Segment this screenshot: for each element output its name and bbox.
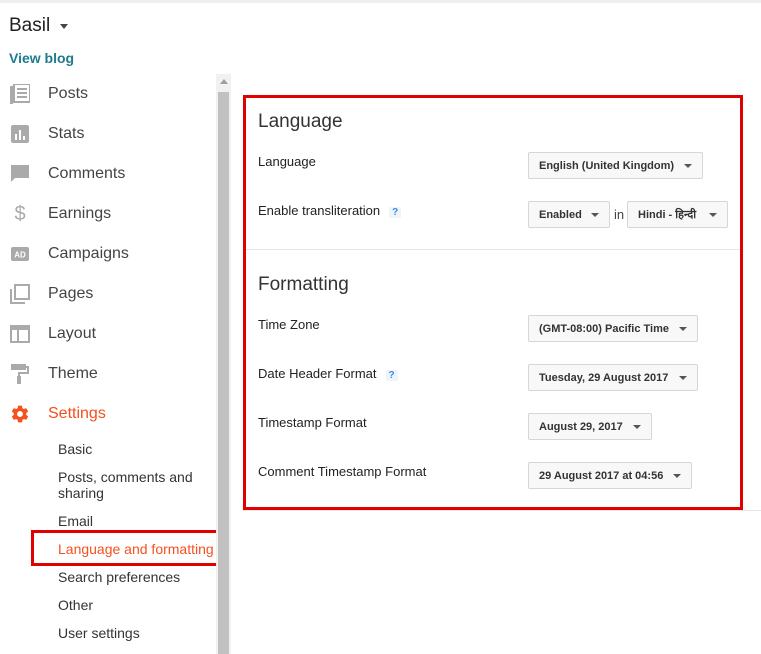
sidebar-item-label: Layout — [48, 325, 97, 342]
transliteration-value: Enabled — [539, 208, 582, 221]
sidebar-item-earnings[interactable]: $ Earnings — [0, 194, 216, 234]
sidebar-item-label: Stats — [48, 125, 85, 142]
transliteration-label: Enable transliteration — [258, 203, 381, 218]
settings-sub-posts-comments-sharing[interactable]: Posts, comments and sharing — [58, 469, 208, 501]
comment-timestamp-label: Comment Timestamp Format — [258, 464, 427, 479]
settings-panel: Language Language English (United Kingdo… — [243, 95, 743, 510]
sidebar-item-label: Campaigns — [48, 245, 129, 262]
formatting-section-title: Formatting — [258, 274, 349, 295]
comment-timestamp-value: 29 August 2017 at 04:56 — [539, 469, 664, 482]
sidebar-item-comments[interactable]: Comments — [0, 154, 216, 194]
sidebar-item-label: Settings — [48, 405, 106, 422]
content-divider — [243, 510, 761, 511]
posts-icon — [9, 83, 31, 105]
sidebar-item-layout[interactable]: Layout — [0, 314, 216, 354]
in-label: in — [614, 207, 625, 222]
transliteration-language-value: Hindi - हिन्दी — [638, 209, 697, 221]
language-label: Language — [258, 154, 316, 169]
sidebar-item-posts[interactable]: Posts — [0, 74, 216, 114]
stats-icon — [9, 123, 31, 145]
chevron-down-icon — [679, 327, 687, 331]
svg-text:AD: AD — [14, 251, 26, 260]
chevron-down-icon — [591, 213, 599, 217]
section-divider — [246, 249, 740, 250]
sidebar-item-label: Posts — [48, 85, 89, 102]
settings-sub-user-settings[interactable]: User settings — [58, 625, 140, 641]
paint-roller-icon — [9, 363, 31, 385]
ad-icon: AD — [9, 243, 31, 265]
transliteration-dropdown[interactable]: Enabled — [528, 201, 610, 228]
sidebar-item-label: Earnings — [48, 205, 112, 222]
scroll-up-arrow-icon[interactable] — [220, 79, 228, 84]
blog-name: Basil — [9, 15, 51, 36]
language-value: English (United Kingdom) — [539, 159, 675, 172]
chevron-down-icon — [684, 164, 692, 168]
gear-icon — [9, 403, 31, 425]
settings-sub-search-preferences[interactable]: Search preferences — [58, 569, 180, 585]
dollar-icon: $ — [14, 202, 26, 225]
pages-icon — [9, 283, 31, 305]
top-border — [0, 0, 761, 3]
sidebar-nav: Posts Stats Comments $ Earnings AD Campa… — [0, 74, 216, 434]
sidebar-item-stats[interactable]: Stats — [0, 114, 216, 154]
sidebar-item-settings[interactable]: Settings — [0, 394, 216, 434]
layout-icon — [9, 323, 31, 345]
settings-sub-email[interactable]: Email — [58, 513, 93, 529]
help-icon[interactable]: ? — [385, 370, 398, 381]
timestamp-value: August 29, 2017 — [539, 420, 623, 433]
comments-icon — [9, 163, 31, 185]
sidebar-item-label: Pages — [48, 285, 94, 302]
transliteration-language-dropdown[interactable]: Hindi - हिन्दी — [627, 201, 728, 228]
sidebar-item-label: Comments — [48, 165, 126, 182]
date-header-label: Date Header Format — [258, 366, 377, 381]
sidebar-item-theme[interactable]: Theme — [0, 354, 216, 394]
sidebar-item-pages[interactable]: Pages — [0, 274, 216, 314]
sidebar-item-label: Theme — [48, 365, 98, 382]
settings-sub-other[interactable]: Other — [58, 597, 93, 613]
settings-sub-basic[interactable]: Basic — [58, 441, 92, 457]
language-section-title: Language — [258, 111, 343, 132]
sidebar-item-campaigns[interactable]: AD Campaigns — [0, 234, 216, 274]
help-icon[interactable]: ? — [389, 207, 402, 218]
timestamp-dropdown[interactable]: August 29, 2017 — [528, 413, 652, 440]
chevron-down-icon — [673, 474, 681, 478]
date-header-value: Tuesday, 29 August 2017 — [539, 371, 669, 384]
chevron-down-icon — [633, 425, 641, 429]
settings-sub-language-formatting[interactable]: Language and formatting — [58, 541, 214, 557]
timezone-label: Time Zone — [258, 317, 320, 332]
timezone-dropdown[interactable]: (GMT-08:00) Pacific Time — [528, 315, 698, 342]
comment-timestamp-dropdown[interactable]: 29 August 2017 at 04:56 — [528, 462, 692, 489]
date-header-dropdown[interactable]: Tuesday, 29 August 2017 — [528, 364, 698, 391]
timezone-value: (GMT-08:00) Pacific Time — [539, 322, 670, 335]
transliteration-label-row: Enable transliteration? — [258, 203, 402, 218]
caret-down-icon — [60, 23, 69, 29]
scrollbar-thumb[interactable] — [218, 92, 229, 654]
chevron-down-icon — [709, 213, 717, 217]
date-header-label-row: Date Header Format? — [258, 366, 398, 381]
view-blog-link[interactable]: View blog — [9, 50, 74, 66]
language-dropdown[interactable]: English (United Kingdom) — [528, 152, 703, 179]
timestamp-label: Timestamp Format — [258, 415, 367, 430]
chevron-down-icon — [679, 376, 687, 380]
blog-selector[interactable]: Basil — [9, 15, 69, 37]
